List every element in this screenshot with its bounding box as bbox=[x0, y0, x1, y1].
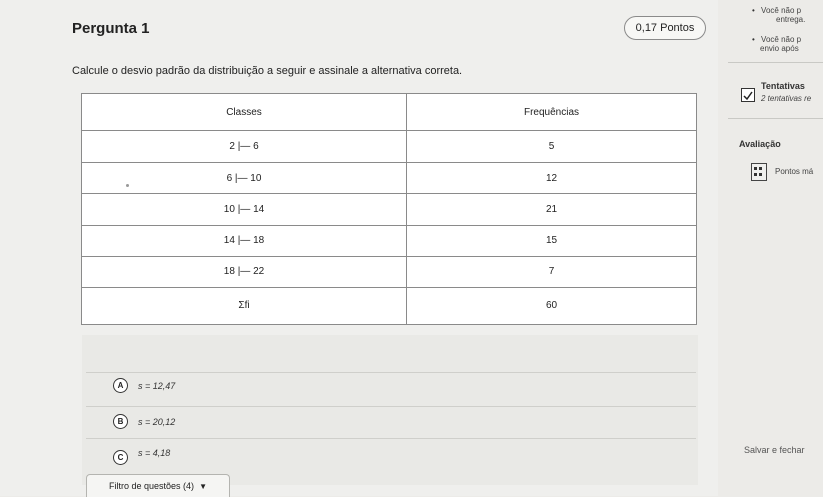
sidebar-note-2-line-2: envio após bbox=[760, 44, 799, 53]
option-letter: C bbox=[113, 450, 128, 465]
attempts-text: 2 tentativas re bbox=[761, 94, 812, 103]
class-cell: 18 |— 22 bbox=[81, 255, 407, 288]
stray-dot bbox=[126, 184, 129, 187]
sidebar-note-1-line-1: Você não p bbox=[761, 6, 802, 15]
option-text: s = 12,47 bbox=[138, 380, 176, 391]
option-a[interactable]: A s = 12,47 bbox=[113, 378, 175, 393]
option-letter: A bbox=[113, 378, 128, 393]
table-header-classes: Classes bbox=[81, 92, 407, 132]
sidebar-note-2: Você não p bbox=[752, 35, 801, 44]
checkbox-icon bbox=[741, 88, 755, 102]
sidebar-note-2-line-1: Você não p bbox=[761, 35, 802, 44]
attempts-title: Tentativas bbox=[761, 81, 805, 91]
chevron-down-icon: ▼ bbox=[199, 481, 207, 491]
answer-options-area bbox=[82, 335, 698, 485]
frequency-cell: 12 bbox=[406, 162, 697, 195]
table-row: 2 |— 6 5 bbox=[81, 130, 697, 164]
question-statement: Calcule o desvio padrão da distribuição … bbox=[72, 65, 463, 77]
frequency-table: Classes Frequências 2 |— 6 5 6 |— 10 12 … bbox=[81, 92, 697, 326]
evaluation-title: Avaliação bbox=[739, 139, 781, 149]
table-row: 14 |— 18 15 bbox=[81, 224, 697, 257]
sidebar-divider bbox=[728, 118, 823, 119]
points-badge: 0,17 Pontos bbox=[624, 16, 706, 40]
question-title: Pergunta 1 bbox=[72, 20, 150, 37]
question-panel: Pergunta 1 0,17 Pontos Calcule o desvio … bbox=[0, 0, 718, 497]
class-cell: 14 |— 18 bbox=[81, 224, 407, 257]
option-divider bbox=[86, 372, 696, 373]
frequency-cell: 21 bbox=[406, 193, 697, 226]
sum-value-cell: 60 bbox=[406, 286, 697, 326]
table-row-total: Σfi 60 bbox=[81, 286, 697, 326]
option-text: s = 4,18 bbox=[138, 447, 171, 458]
table-row: 10 |— 14 21 bbox=[81, 193, 697, 226]
filter-label: Filtro de questões (4) bbox=[109, 481, 195, 491]
question-filter-button[interactable]: Filtro de questões (4) ▼ bbox=[86, 474, 230, 497]
frequency-cell: 7 bbox=[406, 255, 697, 288]
class-cell: 6 |— 10 bbox=[81, 162, 407, 195]
option-text: s = 20,12 bbox=[138, 416, 176, 427]
option-letter: B bbox=[113, 414, 128, 429]
sidebar-note-1-line-2: entrega. bbox=[776, 15, 806, 24]
frequency-cell: 15 bbox=[406, 224, 697, 257]
sum-label-cell: Σfi bbox=[81, 286, 407, 326]
sidebar bbox=[718, 0, 823, 496]
frequency-cell: 5 bbox=[406, 130, 697, 164]
sidebar-divider bbox=[728, 62, 823, 63]
table-row: 6 |— 10 12 bbox=[81, 162, 697, 195]
class-cell: 10 |— 14 bbox=[81, 193, 407, 226]
evaluation-text: Pontos má bbox=[775, 167, 814, 176]
option-divider bbox=[86, 438, 696, 439]
table-header-frequencies: Frequências bbox=[406, 92, 697, 132]
option-c[interactable]: C s = 4,18 bbox=[113, 447, 171, 465]
option-b[interactable]: B s = 20,12 bbox=[113, 414, 175, 429]
class-cell: 2 |— 6 bbox=[81, 130, 407, 164]
table-row: 18 |— 22 7 bbox=[81, 255, 697, 288]
option-divider bbox=[86, 406, 696, 407]
save-and-close-button[interactable]: Salvar e fechar bbox=[744, 445, 805, 455]
calculator-icon bbox=[751, 163, 767, 181]
sidebar-note-1: Você não p bbox=[752, 6, 801, 15]
